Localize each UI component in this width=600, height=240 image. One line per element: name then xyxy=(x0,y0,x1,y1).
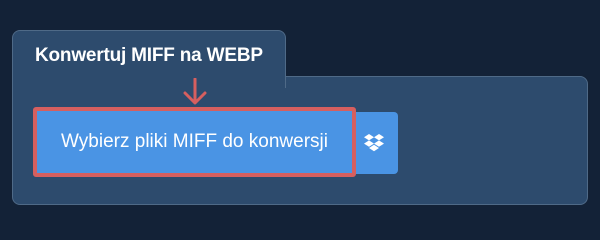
dropbox-button[interactable] xyxy=(350,112,398,174)
dropbox-icon xyxy=(364,134,384,152)
arrow-down-icon xyxy=(183,78,207,105)
converter-widget: Konwertuj MIFF na WEBP Wybierz pliki MIF… xyxy=(0,0,600,230)
converter-tab: Konwertuj MIFF na WEBP xyxy=(12,30,286,88)
select-files-label: Wybierz pliki MIFF do konwersji xyxy=(41,115,348,169)
tab-title: Konwertuj MIFF na WEBP xyxy=(35,45,263,66)
select-files-button[interactable]: Wybierz pliki MIFF do konwersji xyxy=(33,107,356,177)
